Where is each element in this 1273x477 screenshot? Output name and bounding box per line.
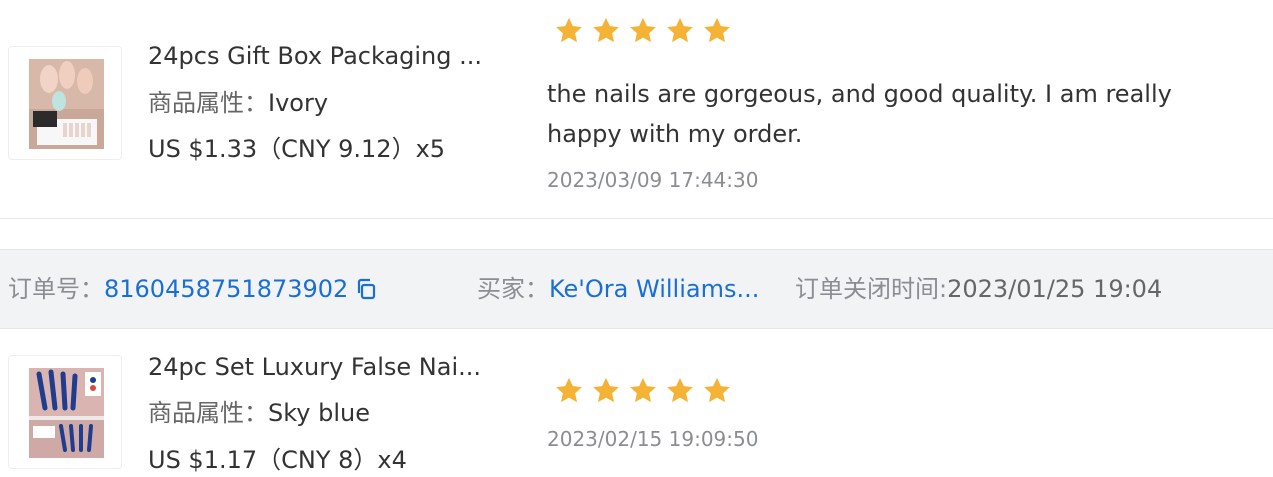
order-number: 订单号：8160458751873902 xyxy=(8,274,378,304)
star-rating xyxy=(554,16,732,46)
attribute-value: Ivory xyxy=(268,89,329,117)
attribute-value: Sky blue xyxy=(268,399,370,427)
product-price: US $1.33（CNY 9.12）x5 xyxy=(148,135,446,163)
copy-icon[interactable] xyxy=(354,277,378,301)
buyer-name-link[interactable]: Ke'Ora Williams... xyxy=(549,274,759,304)
closed-time-value: 2023/01/25 19:04 xyxy=(947,275,1163,303)
review-text: the nails are gorgeous, and good quality… xyxy=(547,80,1172,148)
star-icon xyxy=(704,377,730,403)
order-closed-time: 订单关闭时间:2023/01/25 19:04 xyxy=(795,274,1162,304)
star-icon xyxy=(593,377,619,403)
product-attribute: 商品属性：Sky blue xyxy=(148,398,370,428)
attribute-label: 商品属性： xyxy=(148,399,268,427)
star-icon xyxy=(556,17,582,43)
review-item: 24pcs Gift Box Packaging ... 商品属性：Ivory … xyxy=(0,0,1273,219)
product-thumbnail[interactable] xyxy=(8,355,122,469)
product-title[interactable]: 24pc Set Luxury False Nai... xyxy=(148,352,488,382)
review-date: 2023/02/15 19:09:50 xyxy=(547,427,759,451)
star-icon xyxy=(593,17,619,43)
star-icon xyxy=(667,17,693,43)
buyer-label: 买家： xyxy=(477,275,549,303)
product-attribute: 商品属性：Ivory xyxy=(148,88,328,118)
product-thumbnail[interactable] xyxy=(8,46,122,160)
product-title[interactable]: 24pcs Gift Box Packaging ... xyxy=(148,41,488,71)
order-number-label: 订单号： xyxy=(8,275,104,303)
attribute-label: 商品属性： xyxy=(148,89,268,117)
closed-time-label: 订单关闭时间: xyxy=(795,275,948,303)
buyer-info: 买家：Ke'Ora Williams... xyxy=(477,274,759,304)
star-rating xyxy=(554,376,732,406)
star-icon xyxy=(630,377,656,403)
order-info-bar: 订单号：8160458751873902 买家：Ke'Ora Williams.… xyxy=(0,249,1273,329)
star-icon xyxy=(667,377,693,403)
product-image-nails-sky-blue xyxy=(29,368,104,458)
star-icon xyxy=(704,17,730,43)
review-date: 2023/03/09 17:44:30 xyxy=(547,168,759,192)
star-icon xyxy=(630,17,656,43)
star-icon xyxy=(556,377,582,403)
product-image-nails-ivory xyxy=(29,59,104,149)
review-item: 24pc Set Luxury False Nai... 商品属性：Sky bl… xyxy=(0,330,1273,477)
order-number-link[interactable]: 8160458751873902 xyxy=(104,275,348,303)
product-price: US $1.17（CNY 8）x4 xyxy=(148,446,407,474)
